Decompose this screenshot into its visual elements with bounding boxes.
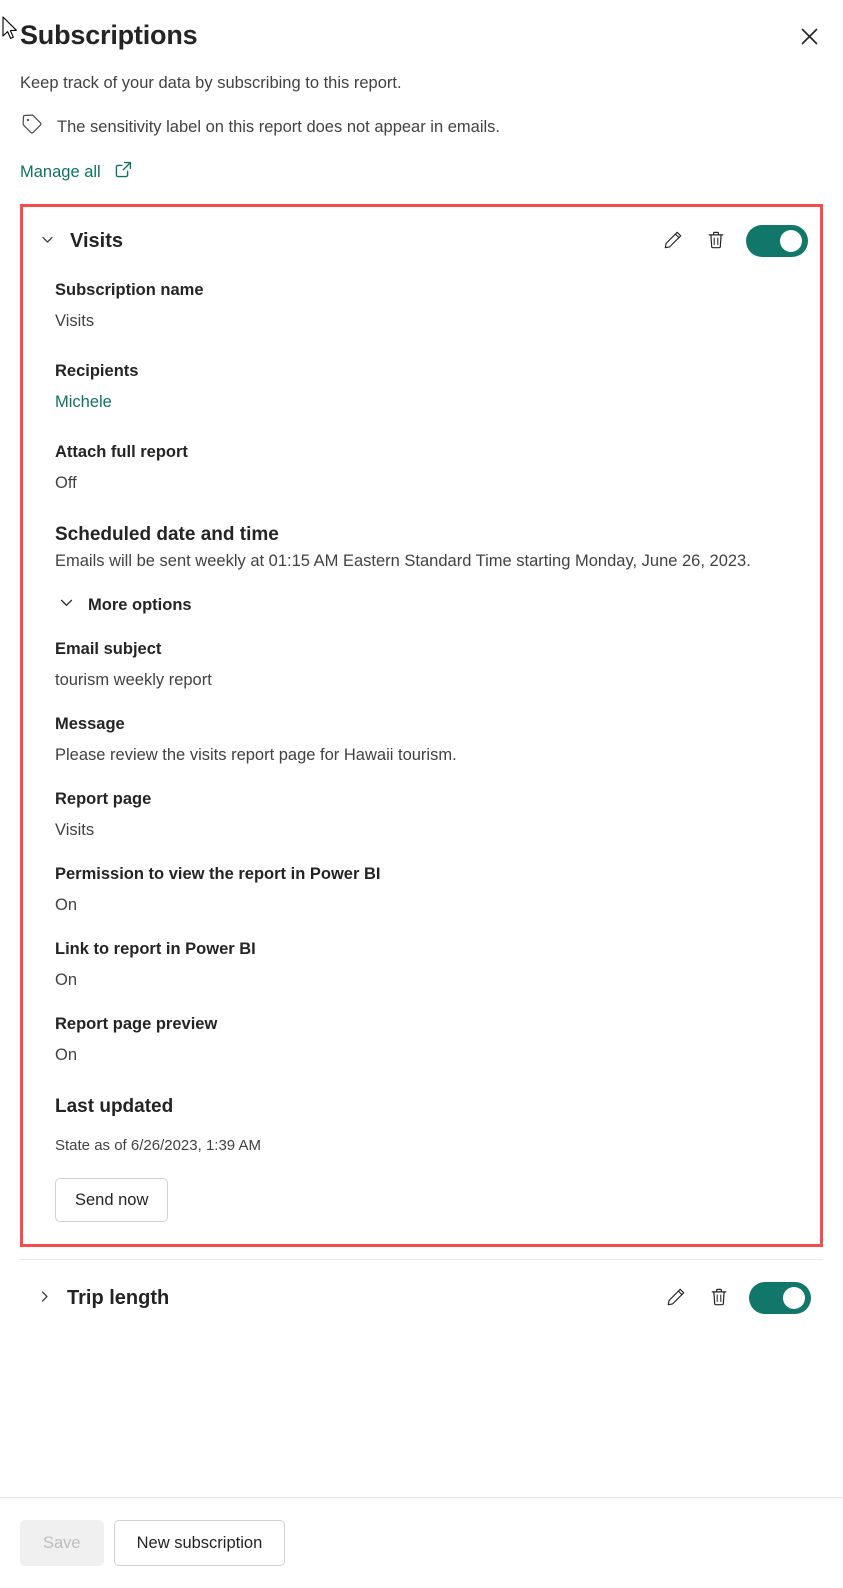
expand-collapse-button-visits[interactable] xyxy=(33,227,61,255)
field-value: On xyxy=(55,971,78,989)
field-value: On xyxy=(55,1046,78,1064)
field-label: Attach full report xyxy=(55,443,188,461)
field-label: Link to report in Power BI xyxy=(55,940,256,958)
field-last-updated: Last updated State as of 6/26/2023, 1:39… xyxy=(55,1094,786,1156)
panel-header: Subscriptions Keep track of your data by… xyxy=(0,0,843,184)
recipient-chip-michele[interactable]: Michele xyxy=(55,391,786,413)
field-message: Message Please review the visits report … xyxy=(55,713,786,766)
title-row: Subscriptions xyxy=(20,18,821,52)
field-value: On xyxy=(55,896,78,914)
field-scheduled-date-time: Scheduled date and time Emails will be s… xyxy=(55,522,786,572)
tag-icon xyxy=(20,112,44,141)
subscription-name-trip-length: Trip length xyxy=(67,1287,170,1309)
field-label: Email subject xyxy=(55,640,162,658)
page-title: Subscriptions xyxy=(20,20,198,50)
subscriptions-panel: Subscriptions Keep track of your data by… xyxy=(0,0,843,1588)
field-value: Visits xyxy=(55,312,95,330)
save-button[interactable]: Save xyxy=(20,1520,104,1566)
subscription-details-visits: Subscription name Visits Recipients Mich… xyxy=(23,271,820,1244)
more-options-label: More options xyxy=(88,596,192,614)
field-label: Scheduled date and time xyxy=(55,524,279,545)
trash-icon xyxy=(705,229,727,254)
toggle-knob xyxy=(780,230,802,252)
field-value: Emails will be sent weekly at 01:15 AM E… xyxy=(55,552,751,570)
subscription-name-visits: Visits xyxy=(70,230,123,252)
field-email-subject: Email subject tourism weekly report xyxy=(55,638,786,691)
chevron-down-icon xyxy=(58,594,75,616)
field-label: Report page preview xyxy=(55,1015,218,1033)
field-attach-full-report: Attach full report Off xyxy=(55,441,786,494)
subscription-actions-visits xyxy=(660,225,808,257)
field-label: Subscription name xyxy=(55,281,204,299)
edit-button-visits[interactable] xyxy=(660,228,686,254)
pencil-icon xyxy=(662,229,684,254)
delete-button-trip-length[interactable] xyxy=(706,1285,732,1311)
field-value: Off xyxy=(55,474,77,492)
sensitivity-label-text: The sensitivity label on this report doe… xyxy=(57,117,500,136)
enable-toggle-visits[interactable] xyxy=(746,225,808,257)
new-subscription-button[interactable]: New subscription xyxy=(113,1520,286,1566)
field-recipients: Recipients Michele xyxy=(55,360,786,413)
sensitivity-label-row: The sensitivity label on this report doe… xyxy=(20,112,821,141)
field-label: Permission to view the report in Power B… xyxy=(55,865,381,883)
field-label: Report page xyxy=(55,790,152,808)
more-options-toggle[interactable]: More options xyxy=(58,594,192,616)
toggle-knob xyxy=(783,1287,805,1309)
subscription-card-visits: Visits Subscription name Visits Recipien… xyxy=(20,204,823,1247)
subscription-actions-trip-length xyxy=(663,1282,811,1314)
panel-subtitle: Keep track of your data by subscribing t… xyxy=(20,74,402,92)
delete-button-visits[interactable] xyxy=(703,228,729,254)
chevron-down-icon xyxy=(40,232,55,250)
panel-footer: Save New subscription xyxy=(0,1497,843,1588)
chevron-right-icon xyxy=(37,1289,52,1307)
enable-toggle-trip-length[interactable] xyxy=(749,1282,811,1314)
close-button[interactable] xyxy=(793,20,825,52)
subscriptions-list: Visits Subscription name Visits Recipien… xyxy=(0,204,843,1497)
field-value: Please review the visits report page for… xyxy=(55,746,457,764)
last-updated-label: Last updated xyxy=(55,1096,174,1117)
external-link-icon xyxy=(114,160,133,184)
field-value: Visits xyxy=(55,821,95,839)
field-subscription-name: Subscription name Visits xyxy=(55,279,786,332)
close-icon xyxy=(801,28,818,45)
send-now-button[interactable]: Send now xyxy=(55,1178,169,1222)
field-label: Message xyxy=(55,715,125,733)
pencil-icon xyxy=(665,1286,687,1311)
manage-all-link[interactable]: Manage all xyxy=(20,160,133,184)
field-value: tourism weekly report xyxy=(55,671,212,689)
subscription-header-trip-length[interactable]: Trip length xyxy=(20,1260,823,1336)
last-updated-value: State as of 6/26/2023, 1:39 AM xyxy=(55,1137,261,1154)
manage-all-label: Manage all xyxy=(20,163,101,181)
field-report-page: Report page Visits xyxy=(55,788,786,841)
field-link-to-report: Link to report in Power BI On xyxy=(55,938,786,991)
subscription-header-visits[interactable]: Visits xyxy=(23,207,820,271)
edit-button-trip-length[interactable] xyxy=(663,1285,689,1311)
field-permission-view-report: Permission to view the report in Power B… xyxy=(55,863,786,916)
trash-icon xyxy=(708,1286,730,1311)
field-report-page-preview: Report page preview On xyxy=(55,1013,786,1066)
field-label: Recipients xyxy=(55,362,139,380)
subscription-card-trip-length: Trip length xyxy=(20,1260,823,1336)
expand-collapse-button-trip-length[interactable] xyxy=(30,1284,58,1312)
